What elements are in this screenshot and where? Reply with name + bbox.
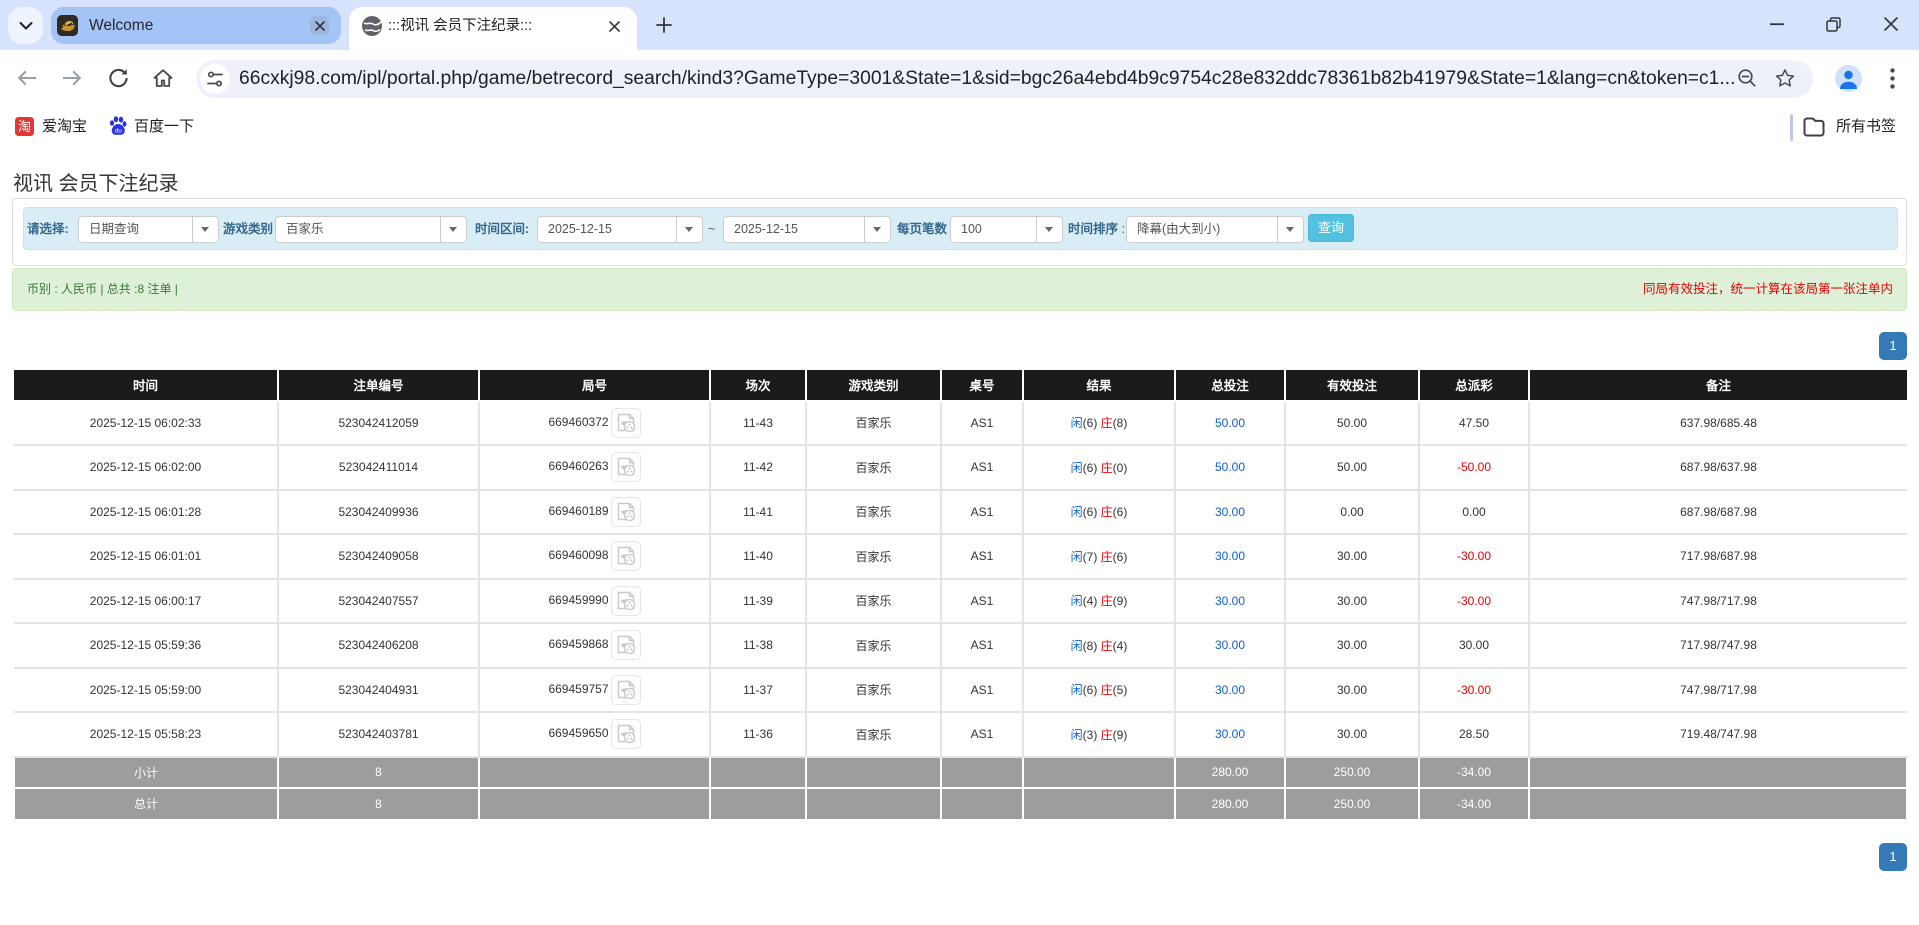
svg-text:du: du: [115, 128, 123, 135]
